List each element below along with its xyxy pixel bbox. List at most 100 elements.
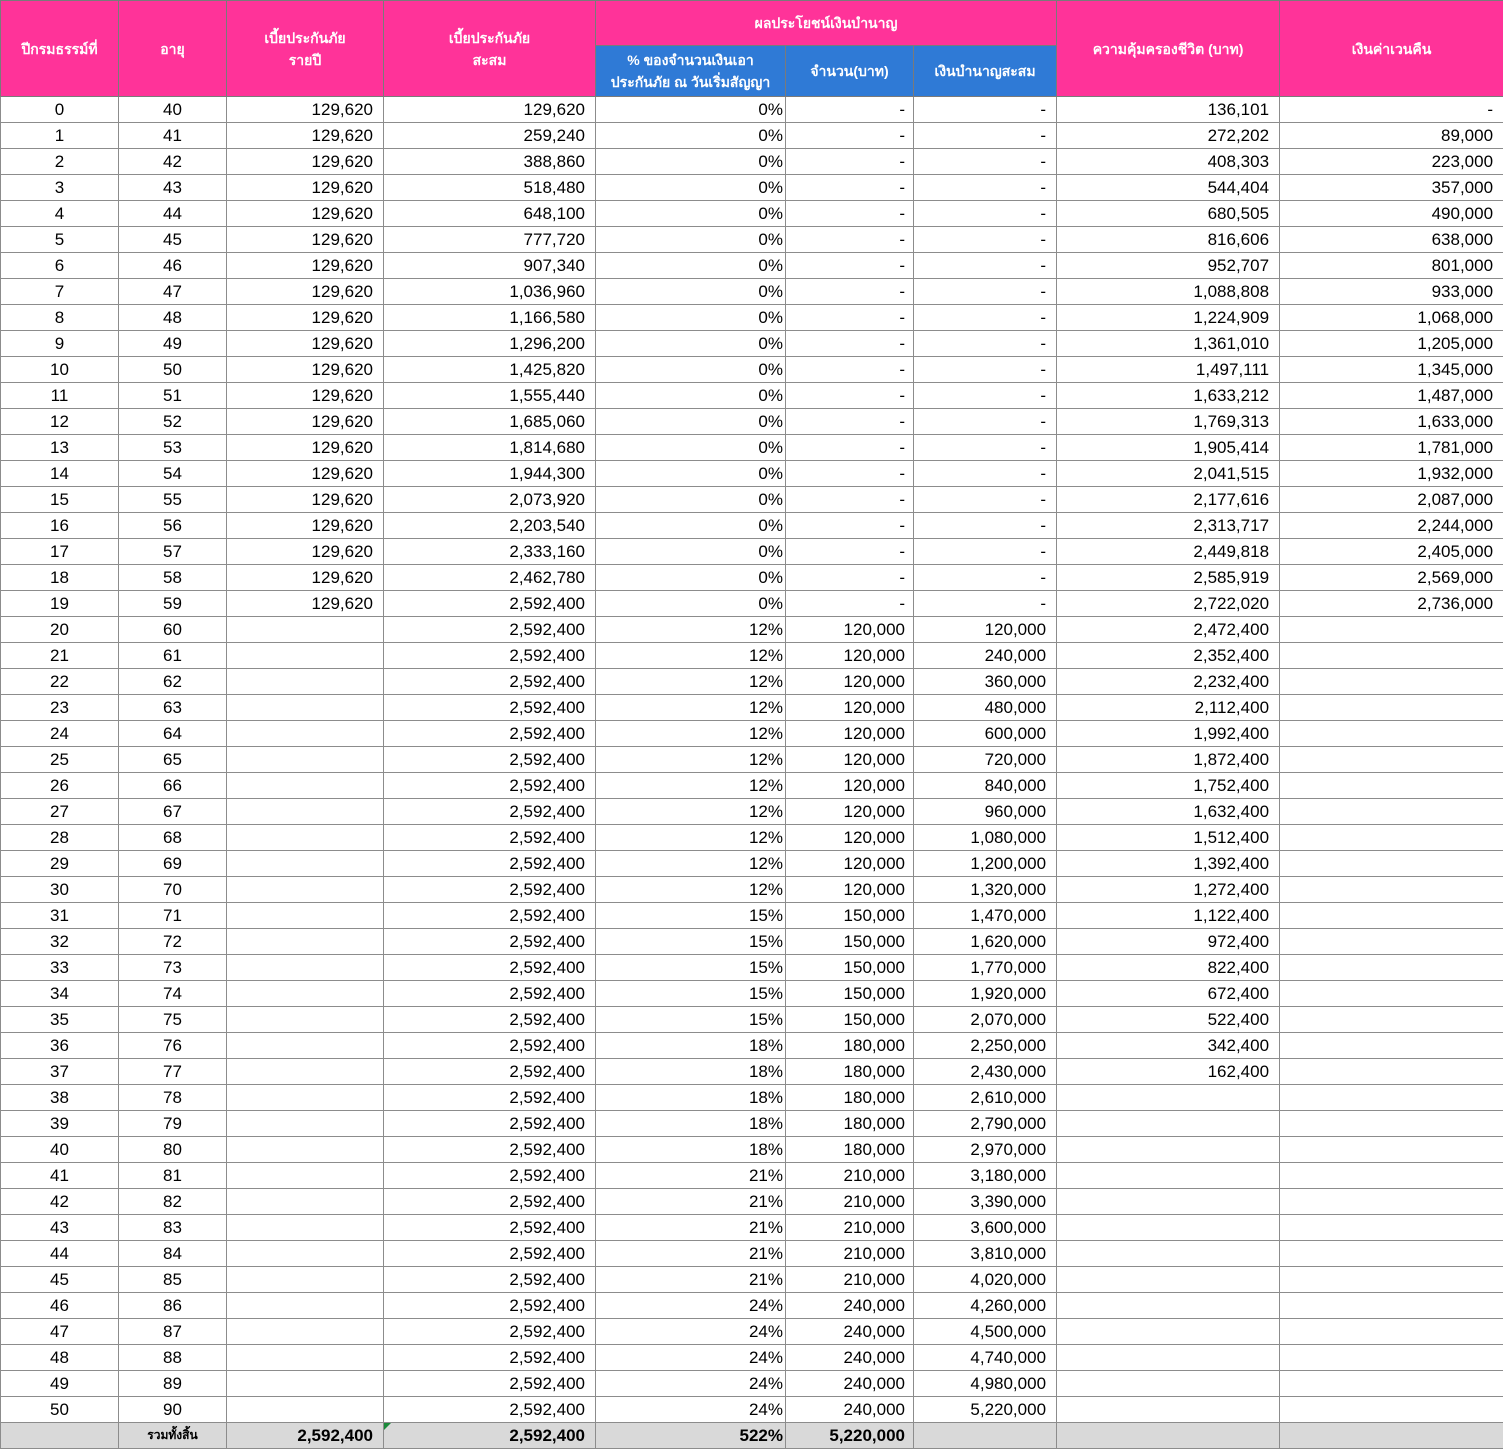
cell-pension-percent: 0% xyxy=(595,226,786,253)
cell-pension-cumulative: - xyxy=(912,434,1058,461)
header-annual-premium-line1: เบี้ยประกันภัย xyxy=(264,29,346,46)
header-surrender-value: เงินค่าเวนคืน xyxy=(1279,0,1503,97)
cell-year: 38 xyxy=(0,1084,119,1111)
cell-pension-amount: 150,000 xyxy=(785,902,914,929)
cell-pension-cumulative: 4,500,000 xyxy=(912,1318,1058,1345)
cell-pension-percent: 12% xyxy=(595,824,786,851)
cell-life-coverage: 1,872,400 xyxy=(1056,746,1281,773)
cell-surrender-value: 2,736,000 xyxy=(1279,590,1503,617)
cell-pension-amount: - xyxy=(785,148,914,175)
cell-age: 80 xyxy=(118,1136,227,1163)
cell-age: 41 xyxy=(118,122,227,149)
cell-age: 61 xyxy=(118,642,227,669)
cell-age: 55 xyxy=(118,486,227,513)
cell-pension-percent: 0% xyxy=(595,330,786,357)
cell-age: 63 xyxy=(118,694,227,721)
cell-pension-percent: 18% xyxy=(595,1136,786,1163)
cell-pension-amount: - xyxy=(785,564,914,591)
cell-annual-premium xyxy=(226,1266,384,1293)
table-row: 13 53 129,620 1,814,680 0% - -1,905,414 1,781,0… xyxy=(0,434,1503,461)
cell-year: 34 xyxy=(0,980,119,1007)
cell-surrender-value: 801,000 xyxy=(1279,252,1503,279)
cell-life-coverage xyxy=(1056,1110,1281,1137)
cell-pension-amount: 180,000 xyxy=(785,1084,914,1111)
cell-age: 52 xyxy=(118,408,227,435)
total-cumulative-premium: 2,592,400 xyxy=(383,1422,596,1449)
cell-year: 32 xyxy=(0,928,119,955)
cell-annual-premium xyxy=(226,668,384,695)
cell-life-coverage: 272,202 xyxy=(1056,122,1281,149)
cell-surrender-value: 1,932,000 xyxy=(1279,460,1503,487)
cell-life-coverage: 1,272,400 xyxy=(1056,876,1281,903)
cell-annual-premium xyxy=(226,1006,384,1033)
header-year: ปีกรมธรรม์ที่ xyxy=(0,0,119,97)
cell-life-coverage: 342,400 xyxy=(1056,1032,1281,1059)
cell-pension-percent: 0% xyxy=(595,278,786,305)
cell-life-coverage: 952,707 xyxy=(1056,252,1281,279)
table-row: 40 80 2,592,400 18% 180,000 2,970,000 xyxy=(0,1136,1503,1163)
cell-life-coverage: 672,400 xyxy=(1056,980,1281,1007)
cell-pension-amount: - xyxy=(785,278,914,305)
cell-surrender-value: 89,000 xyxy=(1279,122,1503,149)
cell-life-coverage: 680,505 xyxy=(1056,200,1281,227)
cell-life-coverage: 1,769,313 xyxy=(1056,408,1281,435)
table-row: 9 49 129,620 1,296,200 0% - -1,361,010 1,205,00… xyxy=(0,330,1503,357)
cell-pension-percent: 0% xyxy=(595,382,786,409)
cell-cumulative-premium: 648,100 xyxy=(383,200,596,227)
cell-age: 44 xyxy=(118,200,227,227)
cell-life-coverage: 2,177,616 xyxy=(1056,486,1281,513)
cell-pension-cumulative: - xyxy=(912,122,1058,149)
cell-age: 90 xyxy=(118,1396,227,1423)
cell-surrender-value xyxy=(1279,1188,1503,1215)
cell-year: 23 xyxy=(0,694,119,721)
cell-annual-premium xyxy=(226,954,384,981)
table-row: 5 45 129,620 777,720 0% - -816,606 638,000 xyxy=(0,226,1503,253)
cell-cumulative-premium: 2,592,400 xyxy=(383,1058,596,1085)
cell-cumulative-premium: 2,592,400 xyxy=(383,798,596,825)
cell-annual-premium xyxy=(226,876,384,903)
total-empty-cell xyxy=(912,1422,1058,1449)
cell-pension-amount: - xyxy=(785,226,914,253)
table-row: 25 65 2,592,400 12% 120,000 720,000 1,872,400 xyxy=(0,746,1503,773)
cell-surrender-value: - xyxy=(1279,96,1503,123)
cell-cumulative-premium: 2,592,400 xyxy=(383,1292,596,1319)
header-annual-premium-line2: รายปี xyxy=(288,51,322,68)
total-pension-percent: 522% xyxy=(595,1422,786,1449)
cell-cumulative-premium: 777,720 xyxy=(383,226,596,253)
cell-pension-percent: 12% xyxy=(595,720,786,747)
cell-annual-premium xyxy=(226,850,384,877)
cell-age: 81 xyxy=(118,1162,227,1189)
cell-year: 44 xyxy=(0,1240,119,1267)
cell-life-coverage: 2,313,717 xyxy=(1056,512,1281,539)
cell-age: 51 xyxy=(118,382,227,409)
table-row: 28 68 2,592,400 12% 120,000 1,080,000 1,512,40… xyxy=(0,824,1503,851)
cell-year: 35 xyxy=(0,1006,119,1033)
table-row: 7 47 129,620 1,036,960 0% - -1,088,808 933,000 xyxy=(0,278,1503,305)
table-row: 11 51 129,620 1,555,440 0% - -1,633,212 1,487,0… xyxy=(0,382,1503,409)
cell-pension-amount: - xyxy=(785,356,914,383)
cell-age: 67 xyxy=(118,798,227,825)
cell-pension-amount: - xyxy=(785,96,914,123)
cell-pension-amount: - xyxy=(785,486,914,513)
cell-pension-cumulative: - xyxy=(912,486,1058,513)
table-row: 45 85 2,592,400 21% 210,000 4,020,000 xyxy=(0,1266,1503,1293)
cell-pension-percent: 15% xyxy=(595,928,786,955)
cell-pension-amount: 180,000 xyxy=(785,1110,914,1137)
cell-surrender-value xyxy=(1279,694,1503,721)
cell-pension-percent: 18% xyxy=(595,1084,786,1111)
cell-surrender-value xyxy=(1279,1032,1503,1059)
cell-pension-cumulative: - xyxy=(912,408,1058,435)
cell-pension-amount: 120,000 xyxy=(785,850,914,877)
cell-pension-percent: 0% xyxy=(595,538,786,565)
cell-pension-percent: 24% xyxy=(595,1370,786,1397)
cell-pension-percent: 12% xyxy=(595,850,786,877)
cell-annual-premium: 129,620 xyxy=(226,538,384,565)
table-row: 17 57 129,620 2,333,160 0% - -2,449,818 2,405,0… xyxy=(0,538,1503,565)
cell-year: 36 xyxy=(0,1032,119,1059)
cell-annual-premium xyxy=(226,1292,384,1319)
cell-surrender-value xyxy=(1279,1058,1503,1085)
cell-cumulative-premium: 1,814,680 xyxy=(383,434,596,461)
cell-year: 22 xyxy=(0,668,119,695)
cell-year: 31 xyxy=(0,902,119,929)
cell-pension-cumulative: 4,980,000 xyxy=(912,1370,1058,1397)
